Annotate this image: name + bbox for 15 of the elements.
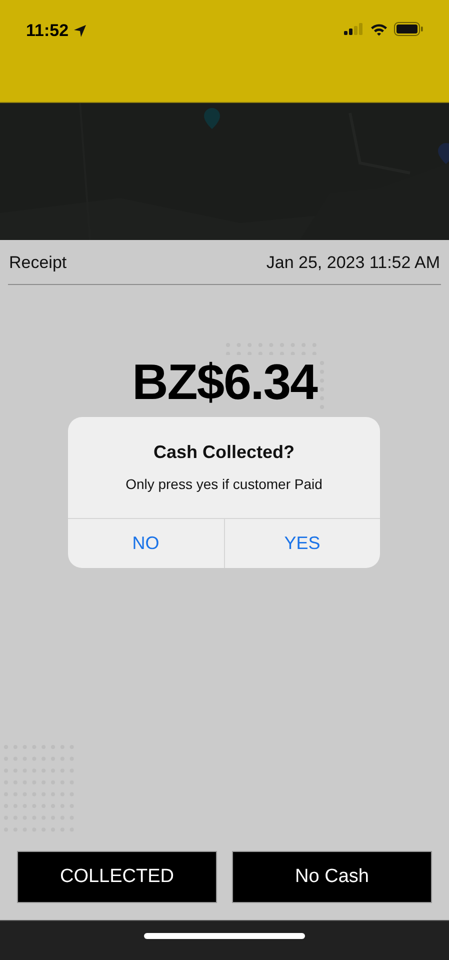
signal-icon	[344, 23, 364, 35]
battery-icon	[394, 22, 423, 36]
action-button[interactable]: No Cash	[232, 851, 432, 903]
location-arrow-icon	[72, 24, 87, 38]
amount-text: BZ$6.34	[132, 357, 317, 407]
receipt-title: Receipt	[9, 252, 67, 274]
status-time: 11:52	[26, 20, 69, 42]
receipt-date: Jan 25, 2023 11:52 AM	[266, 252, 440, 274]
alert-button[interactable]: YES	[224, 519, 380, 568]
home-indicator[interactable]	[144, 933, 305, 939]
alert-title: Cash Collected?	[153, 441, 295, 464]
alert-message: Only press yes if customer Paid	[126, 475, 322, 494]
alert-button[interactable]: NO	[68, 519, 224, 568]
wifi-icon	[370, 22, 388, 36]
action-button[interactable]: COLLECTED	[17, 851, 217, 903]
